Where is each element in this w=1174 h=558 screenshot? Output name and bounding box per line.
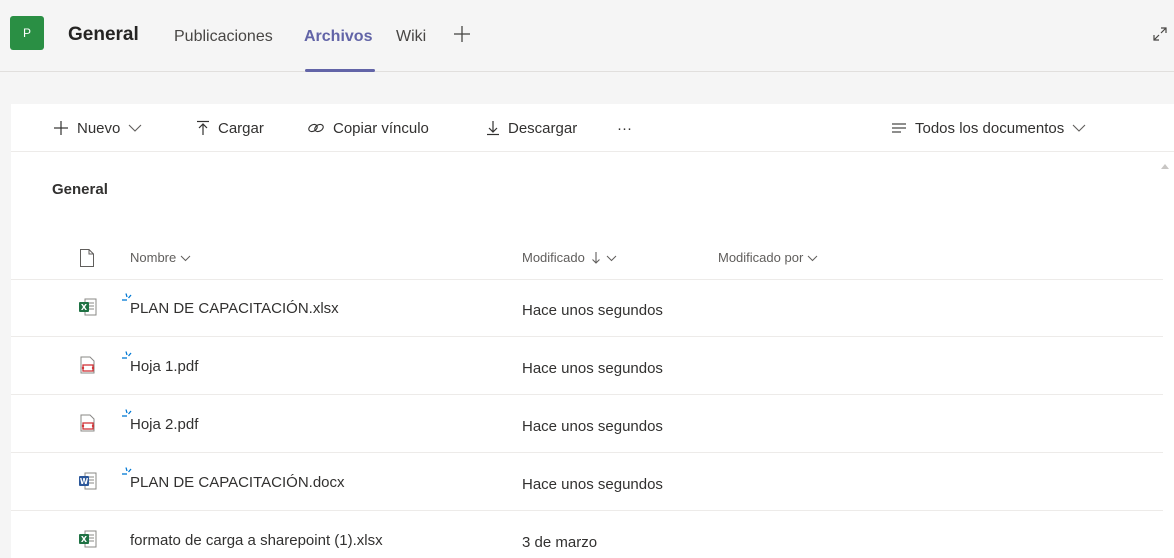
file-row[interactable]: X PLAN DE CAPACITACIÓN.xlsx Hace unos se… [11, 280, 1163, 337]
file-type-column-header[interactable] [79, 248, 95, 273]
excel-file-icon: X [79, 530, 97, 548]
folder-breadcrumb[interactable]: General [52, 181, 108, 198]
file-name-link[interactable]: Hoja 2.pdf [130, 416, 198, 433]
svg-text:X: X [81, 535, 88, 544]
file-modified: 3 de marzo [522, 534, 598, 551]
download-icon [487, 121, 499, 136]
upload-label: Cargar [218, 119, 264, 137]
name-column-header[interactable]: Nombre [130, 250, 191, 265]
view-label: Todos los documentos [915, 119, 1065, 137]
chevron-down-icon [807, 255, 818, 261]
plus-icon [454, 26, 470, 42]
pdf-file-icon [80, 356, 95, 374]
svg-text:W: W [80, 477, 89, 486]
svg-text:X: X [81, 303, 88, 312]
word-file-icon: W [79, 472, 97, 490]
command-bar: Nuevo Cargar Copiar vínculo Descargar ··… [11, 104, 1174, 152]
expand-icon [1153, 27, 1167, 41]
modified-by-column-label: Modificado por [718, 250, 804, 265]
new-button[interactable]: Nuevo [53, 118, 142, 138]
more-options-button[interactable]: ··· [617, 118, 632, 138]
pdf-file-icon [80, 414, 95, 432]
new-label: Nuevo [77, 119, 121, 137]
file-name-link[interactable]: formato de carga a sharepoint (1).xlsx [130, 532, 383, 549]
channel-header: P General Publicaciones Archivos Wiki [0, 0, 1174, 72]
chevron-down-icon [606, 255, 617, 261]
channel-name: General [68, 24, 139, 45]
file-name-link[interactable]: PLAN DE CAPACITACIÓN.xlsx [130, 300, 339, 317]
team-avatar[interactable]: P [10, 16, 44, 50]
modified-column-label: Modificado [522, 250, 585, 265]
file-modified: Hace unos segundos [522, 476, 663, 493]
sort-descending-icon [591, 251, 600, 264]
copy-link-label: Copiar vínculo [333, 119, 429, 137]
file-row[interactable]: Hoja 2.pdf Hace unos segundos [11, 396, 1163, 453]
plus-icon [54, 121, 68, 135]
link-icon [308, 123, 324, 133]
files-panel: Nuevo Cargar Copiar vínculo Descargar ··… [11, 104, 1174, 558]
modified-column-header[interactable]: Modificado [522, 250, 617, 265]
column-header-row: Nombre Modificado Modificado por [11, 234, 1163, 280]
chevron-down-icon [128, 124, 142, 132]
file-name-link[interactable]: Hoja 1.pdf [130, 358, 198, 375]
file-row[interactable]: Hoja 1.pdf Hace unos segundos [11, 338, 1163, 395]
file-modified: Hace unos segundos [522, 360, 663, 377]
name-column-label: Nombre [130, 250, 177, 265]
copy-link-button[interactable]: Copiar vínculo [307, 118, 429, 138]
view-selector[interactable]: Todos los documentos [891, 118, 1086, 138]
file-name-link[interactable]: PLAN DE CAPACITACIÓN.docx [130, 474, 345, 491]
active-tab-indicator [305, 69, 375, 72]
file-modified: Hace unos segundos [522, 302, 663, 319]
caret-up-icon [1161, 164, 1169, 169]
download-label: Descargar [508, 119, 578, 137]
file-modified: Hace unos segundos [522, 418, 663, 435]
upload-button[interactable]: Cargar [196, 118, 264, 138]
document-icon [80, 249, 94, 267]
more-icon: ··· [617, 119, 632, 137]
file-row[interactable]: W PLAN DE CAPACITACIÓN.docx Hace unos se… [11, 454, 1163, 511]
view-list-icon [892, 123, 906, 133]
chevron-down-icon [1072, 124, 1086, 132]
download-button[interactable]: Descargar [486, 118, 577, 138]
upload-icon [197, 120, 209, 135]
modified-by-column-header[interactable]: Modificado por [718, 250, 818, 265]
tab-wiki[interactable]: Wiki [396, 28, 426, 46]
file-row[interactable]: X formato de carga a sharepoint (1).xlsx… [11, 512, 1163, 558]
tab-publicaciones[interactable]: Publicaciones [174, 28, 273, 46]
expand-button[interactable] [1152, 26, 1168, 42]
excel-file-icon: X [79, 298, 97, 316]
scrollbar-up-arrow[interactable] [1161, 156, 1169, 174]
chevron-down-icon [180, 255, 191, 261]
tab-archivos[interactable]: Archivos [304, 28, 372, 46]
add-tab-button[interactable] [452, 22, 472, 46]
